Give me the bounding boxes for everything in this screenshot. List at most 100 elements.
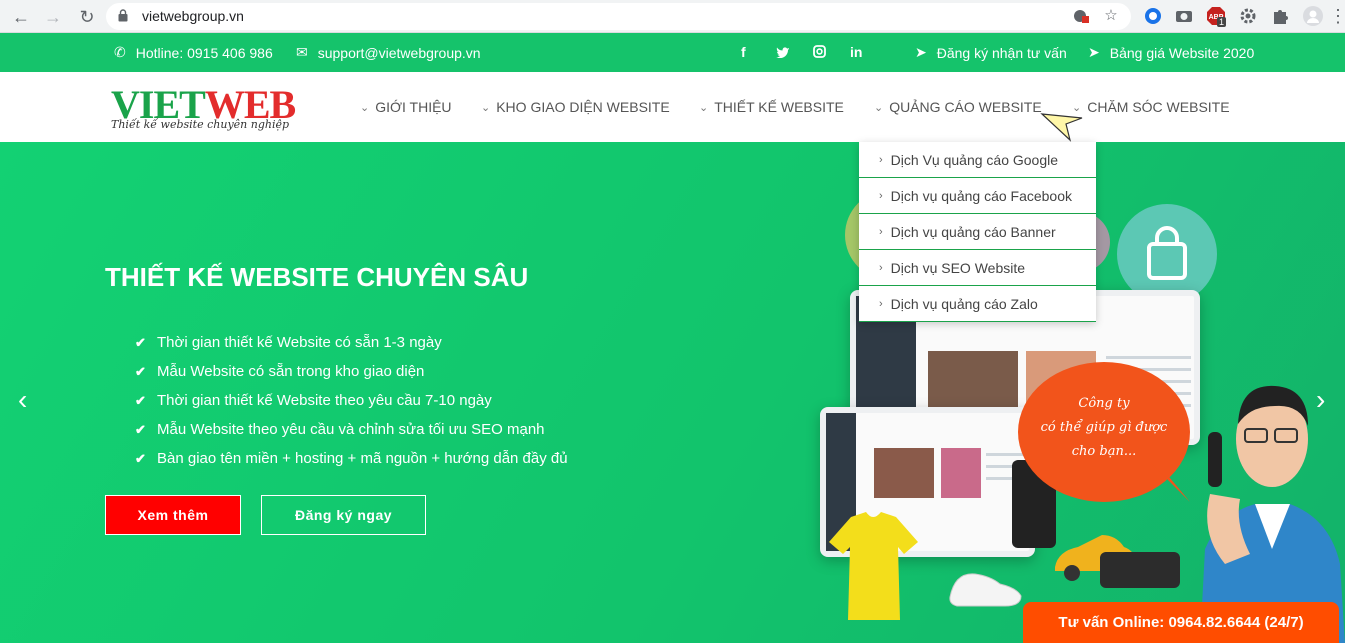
dropdown-label: Dịch Vụ quảng cáo Google — [890, 151, 1059, 168]
envelope-icon: ✉ — [296, 44, 308, 60]
lock-icon — [118, 9, 128, 22]
dropdown-label: Dịch vụ quảng cáo Facebook — [890, 187, 1073, 204]
shopping-bag-circle — [1117, 204, 1217, 304]
check-icon: ✔ — [135, 421, 146, 437]
price-list-link[interactable]: ➤ Bảng giá Website 2020 — [1088, 44, 1254, 61]
feature-text: Thời gian thiết kế Website theo yêu cầu … — [157, 392, 492, 409]
phone-icon: ✆ — [114, 44, 126, 60]
hero-title: THIẾT KẾ WEBSITE CHUYÊN SÂU — [105, 262, 529, 292]
reload-icon[interactable]: ↻ — [76, 6, 98, 28]
instagram-icon[interactable] — [813, 44, 826, 61]
forward-icon[interactable]: → — [42, 6, 64, 28]
menu-label: CHĂM SÓC WEBSITE — [1087, 99, 1230, 115]
twitter-icon[interactable] — [776, 44, 790, 61]
email-text: support@vietwebgroup.vn — [317, 44, 481, 61]
bookmark-star-icon[interactable]: ☆ — [1102, 7, 1120, 25]
feature-item: ✔ Thời gian thiết kế Website có sẵn 1-3 n… — [135, 328, 568, 357]
sneaker-image — [949, 573, 1022, 607]
chevron-right-icon: › — [879, 297, 883, 310]
chevron-right-icon: › — [879, 261, 883, 274]
gear-extension-icon[interactable] — [1238, 6, 1258, 26]
adblock-badge: 1 — [1217, 17, 1227, 27]
check-icon: ✔ — [135, 334, 146, 350]
site-header: VIETWEB Thiết kế website chuyên nghiệp ⌄… — [0, 72, 1345, 142]
tshirt-image — [829, 512, 918, 620]
feature-item: ✔ Bàn giao tên miền + hosting + mã nguồn … — [135, 444, 568, 473]
bubble-line-1: Công ty — [1078, 396, 1130, 411]
dropdown-label: Dịch vụ quảng cáo Banner — [890, 223, 1056, 240]
dropdown-label: Dịch vụ SEO Website — [890, 259, 1026, 276]
hotline-text: Hotline: 0915 406 986 — [135, 44, 273, 61]
shopping-bag-icon — [1147, 226, 1187, 280]
browser-toolbar: ← → ↻ vietwebgroup.vn ☆ ABP 1 ⋮ — [0, 0, 1345, 33]
register-advice-link[interactable]: ➤ Đăng ký nhận tư vấn — [915, 44, 1067, 61]
register-now-button[interactable]: Đăng ký ngay — [261, 495, 426, 535]
bubble-line-3: cho bạn... — [1071, 444, 1137, 459]
menu-label: QUẢNG CÁO WEBSITE — [889, 99, 1042, 115]
feature-text: Mẫu Website theo yêu cầu và chỉnh sửa tố… — [157, 421, 545, 438]
register-advice-text: Đăng ký nhận tư vấn — [936, 44, 1067, 61]
paper-plane-icon: ➤ — [915, 44, 927, 60]
dropdown-item-google-ads[interactable]: › Dịch Vụ quảng cáo Google — [859, 142, 1096, 178]
chevron-down-icon: ⌄ — [874, 101, 884, 114]
feature-list: ✔ Thời gian thiết kế Website có sẵn 1-3 n… — [135, 328, 568, 473]
chevron-right-icon: › — [879, 153, 883, 166]
topbar: ✆ Hotline: 0915 406 986 ✉ support@vietwe… — [0, 33, 1345, 72]
address-bar[interactable]: vietwebgroup.vn ☆ — [106, 3, 1131, 30]
online-consult-bar[interactable]: Tư vấn Online: 0964.82.6644 (24/7) — [1023, 602, 1339, 643]
adblock-icon[interactable]: ABP 1 — [1206, 6, 1227, 27]
chevron-right-icon: › — [879, 189, 883, 202]
see-more-button[interactable]: Xem thêm — [105, 495, 241, 535]
menu-cham-soc[interactable]: ⌄ CHĂM SÓC WEBSITE — [1072, 99, 1230, 115]
back-icon[interactable]: ← — [10, 6, 32, 28]
feature-item: ✔ Mẫu Website theo yêu cầu và chỉnh sửa t… — [135, 415, 568, 444]
dropdown-item-seo[interactable]: › Dịch vụ SEO Website — [859, 250, 1096, 286]
menu-label: THIẾT KẾ WEBSITE — [714, 99, 844, 115]
feature-text: Mẫu Website có sẵn trong kho giao diện — [157, 363, 425, 380]
check-icon: ✔ — [135, 450, 146, 466]
price-list-text: Bảng giá Website 2020 — [1109, 44, 1255, 61]
dropdown-item-banner-ads[interactable]: › Dịch vụ quảng cáo Banner — [859, 214, 1096, 250]
more-menu-icon[interactable]: ⋮ — [1327, 5, 1345, 27]
feature-item: ✔ Mẫu Website có sẵn trong kho giao diện — [135, 357, 568, 386]
feature-text: Thời gian thiết kế Website có sẵn 1-3 ng… — [157, 334, 442, 351]
chevron-down-icon: ⌄ — [481, 101, 491, 114]
menu-kho-giao-dien[interactable]: ⌄ KHO GIAO DIỆN WEBSITE — [481, 99, 670, 115]
check-icon: ✔ — [135, 363, 146, 379]
product-image — [874, 448, 934, 498]
desk-phone-image — [1100, 552, 1180, 588]
menu-thiet-ke[interactable]: ⌄ THIẾT KẾ WEBSITE — [699, 99, 844, 115]
feature-item: ✔ Thời gian thiết kế Website theo yêu cầu… — [135, 386, 568, 415]
linkedin-icon[interactable]: in — [850, 44, 862, 60]
mouse-cursor-icon — [1040, 113, 1083, 142]
puzzle-icon[interactable] — [1270, 6, 1290, 26]
menu-label: GIỚI THIỆU — [375, 99, 452, 115]
extension-blue-icon[interactable] — [1143, 6, 1163, 26]
dropdown-label: Dịch vụ quảng cáo Zalo — [890, 295, 1038, 312]
menu-label: KHO GIAO DIỆN WEBSITE — [496, 99, 670, 115]
feature-text: Bàn giao tên miền + hosting + mã nguồn +… — [157, 450, 568, 467]
chevron-down-icon: ⌄ — [699, 101, 709, 114]
dropdown-item-facebook-ads[interactable]: › Dịch vụ quảng cáo Facebook — [859, 178, 1096, 214]
camera-icon[interactable] — [1174, 6, 1194, 26]
check-icon: ✔ — [135, 392, 146, 408]
slider-prev-icon[interactable]: ‹ — [18, 384, 38, 416]
hotline[interactable]: ✆ Hotline: 0915 406 986 — [114, 44, 273, 61]
facebook-icon[interactable]: f — [741, 44, 746, 60]
ads-dropdown-menu: › Dịch Vụ quảng cáo Google › Dịch vụ quảng… — [859, 142, 1096, 322]
menu-gioi-thieu[interactable]: ⌄ GIỚI THIỆU — [360, 99, 452, 115]
email-link[interactable]: ✉ support@vietwebgroup.vn — [296, 44, 481, 61]
logo-tagline: Thiết kế website chuyên nghiệp — [111, 118, 290, 131]
slider-next-icon[interactable]: › — [1316, 384, 1336, 416]
blocked-popup-icon[interactable] — [1072, 7, 1090, 25]
paper-plane-icon: ➤ — [1088, 44, 1100, 60]
bubble-line-2: có thể giúp gì được — [1040, 420, 1168, 435]
chevron-down-icon: ⌄ — [360, 101, 370, 114]
product-image — [941, 448, 981, 498]
menu-quang-cao[interactable]: ⌄ QUẢNG CÁO WEBSITE — [874, 99, 1042, 115]
url-text: vietwebgroup.vn — [142, 8, 244, 24]
profile-avatar-icon[interactable] — [1302, 5, 1324, 27]
chevron-right-icon: › — [879, 225, 883, 238]
hero-slider: Công ty có thể giúp gì được cho bạn... T… — [0, 142, 1345, 643]
dropdown-item-zalo-ads[interactable]: › Dịch vụ quảng cáo Zalo — [859, 286, 1096, 322]
